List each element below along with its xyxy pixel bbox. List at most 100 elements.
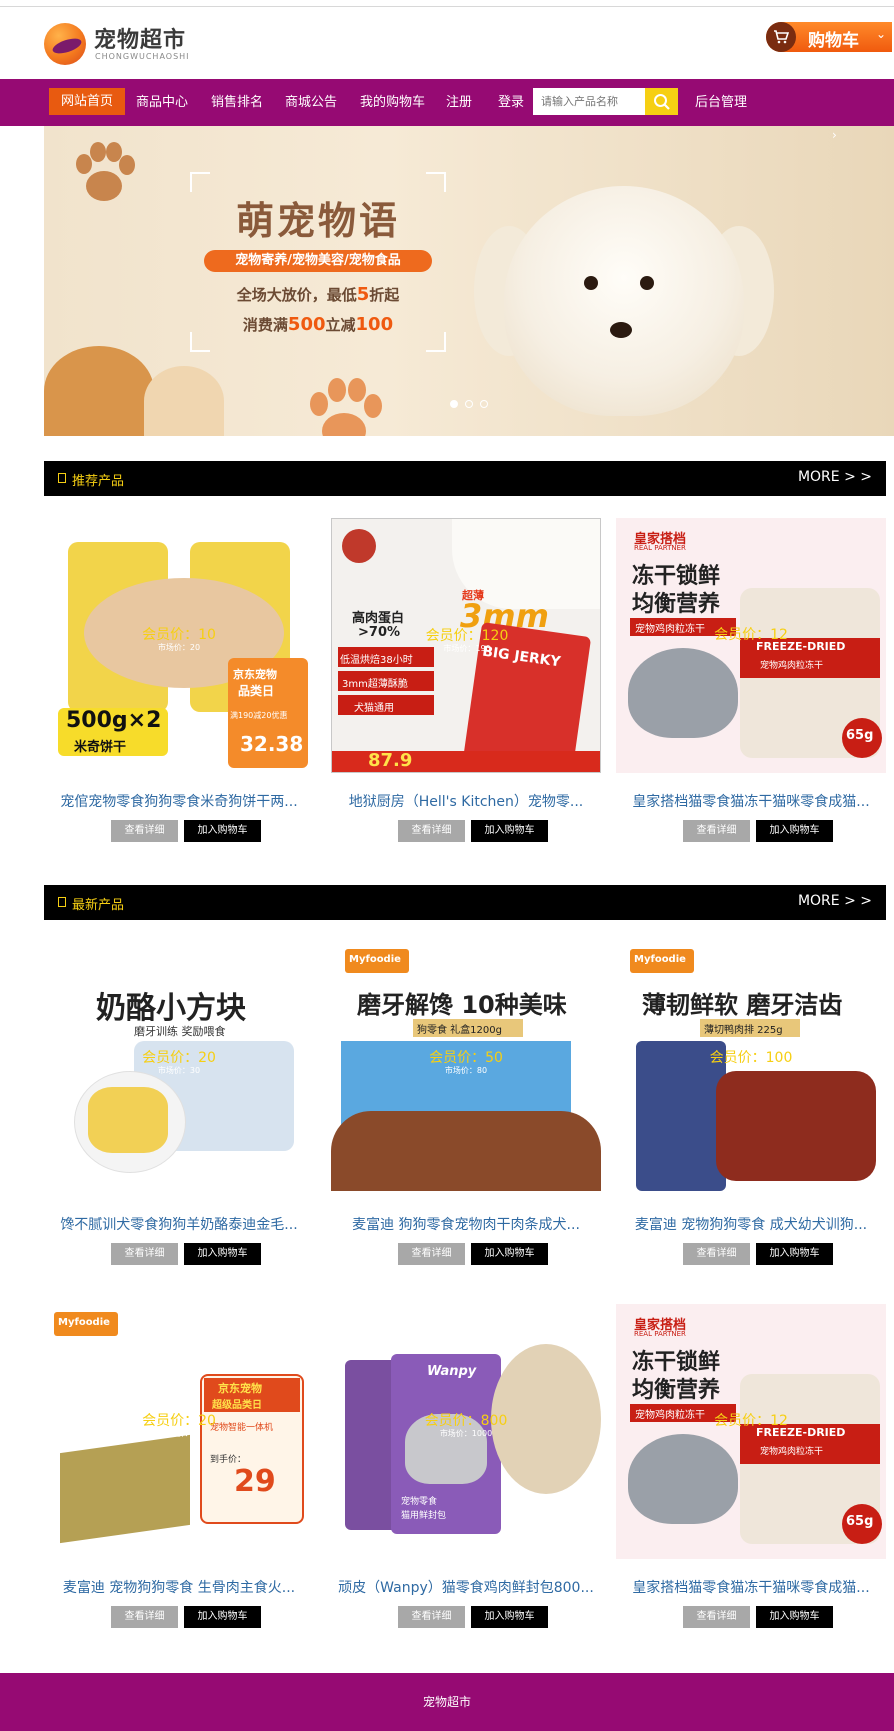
promo-text: 消费满 — [242, 316, 288, 334]
site-logo[interactable]: 宠物超市 CHONGWUCHAOSHI — [44, 22, 204, 66]
frame-corner — [426, 172, 446, 192]
member-price: 会员价：12 — [714, 627, 788, 643]
product-name[interactable]: 麦富迪 狗狗零食宠物肉干肉条成犬... — [331, 1214, 601, 1234]
product-name[interactable]: 麦富迪 宠物狗狗零食 成犬幼犬训狗... — [616, 1214, 886, 1234]
frame-corner — [190, 172, 210, 192]
product-name[interactable]: 地狱厨房（Hell's Kitchen）宠物零... — [331, 791, 601, 811]
nav-item-products[interactable]: 商品中心 — [136, 79, 188, 126]
section-title: 最新产品 — [72, 898, 125, 913]
search-button[interactable] — [645, 88, 678, 115]
hero-banner[interactable]: 萌宠物语 宠物寄养/宠物美容/宠物食品 全场大放价，最低5折起 消费满500立减… — [44, 126, 894, 436]
product-name[interactable]: 麦富迪 宠物狗狗零食 生骨肉主食火... — [44, 1577, 314, 1597]
promo-highlight: 5 — [356, 284, 370, 305]
product-image[interactable]: Wanpy 宠物零食 猫用鲜封包 会员价：800 市场价：1000 — [331, 1304, 601, 1559]
product-card: 皇家搭档 REAL PARTNER 冻干锁鲜 均衡营养 宠物鸡肉粒冻干 FREE… — [616, 1304, 886, 1634]
more-link[interactable]: MORE > > — [798, 893, 872, 909]
member-price: 会员价：20 — [142, 1050, 216, 1066]
add-to-cart-button[interactable]: 加入购物车 — [184, 820, 261, 842]
member-price: 会员价：20 — [142, 1413, 216, 1429]
product-card: Wanpy 宠物零食 猫用鲜封包 会员价：800 市场价：1000 顽皮（Wan… — [331, 1304, 601, 1634]
add-to-cart-button[interactable]: 加入购物车 — [471, 1606, 548, 1628]
view-detail-button[interactable]: 查看详细 — [683, 820, 750, 842]
product-image[interactable]: 皇家搭档 REAL PARTNER 冻干锁鲜 均衡营养 宠物鸡肉粒冻干 FREE… — [616, 518, 886, 773]
chevron-down-icon: ⌄ — [875, 27, 886, 41]
member-price: 会员价：100 — [709, 1050, 793, 1066]
view-detail-button[interactable]: 查看详细 — [398, 820, 465, 842]
nav-item-admin[interactable]: 后台管理 — [695, 79, 747, 126]
view-detail-button[interactable]: 查看详细 — [683, 1243, 750, 1265]
headline-2: 磨牙训练 奖励喂食 — [134, 1025, 226, 1038]
view-detail-button[interactable]: 查看详细 — [111, 1243, 178, 1265]
search-input[interactable] — [533, 88, 645, 115]
section-title: 推荐产品 — [72, 474, 125, 489]
box-art — [60, 1434, 190, 1544]
more-link[interactable]: MORE > > — [798, 469, 872, 485]
nav-item-notices[interactable]: 商城公告 — [285, 79, 337, 126]
nav-item-register[interactable]: 注册 — [446, 79, 472, 126]
add-to-cart-button[interactable]: 加入购物车 — [471, 820, 548, 842]
product-image[interactable]: Myfoodie 京东宠物 超级品类日 宠物智能一体机 到手价： 29 会员价：… — [44, 1304, 314, 1559]
nav-item-home[interactable]: 网站首页 — [49, 88, 126, 115]
add-to-cart-button[interactable]: 加入购物车 — [184, 1606, 261, 1628]
promo-block: 萌宠物语 宠物寄养/宠物美容/宠物食品 全场大放价，最低5折起 消费满500立减… — [190, 172, 446, 352]
frame-corner — [190, 332, 210, 352]
view-detail-button[interactable]: 查看详细 — [683, 1606, 750, 1628]
promo-tag-sub: 品类日 — [238, 684, 275, 698]
brand-name: Myfoodie — [634, 954, 686, 965]
add-to-cart-button[interactable]: 加入购物车 — [756, 1243, 833, 1265]
product-image[interactable]: Myfoodie 磨牙解馋 10种美味 狗零食 礼盒1200g 会员价：50 市… — [331, 941, 601, 1196]
logo-subtitle: CHONGWUCHAOSHI — [95, 52, 190, 61]
carousel-dot[interactable] — [480, 400, 488, 408]
section-icon — [58, 473, 66, 483]
product-name[interactable]: 皇家搭档猫零食猫冻干猫咪零食成猫... — [616, 791, 886, 811]
product-card: Myfoodie 京东宠物 超级品类日 宠物智能一体机 到手价： 29 会员价：… — [44, 1304, 314, 1634]
view-detail-button[interactable]: 查看详细 — [398, 1606, 465, 1628]
view-detail-button[interactable]: 查看详细 — [111, 820, 178, 842]
section-header-recommended: 推荐产品 MORE > > — [44, 461, 886, 496]
product-card: 超薄 3mm 高肉蛋白 >70% 低温烘焙38小时 3mm超薄酥脆 犬猫通用 B… — [331, 518, 601, 848]
add-to-cart-button[interactable]: 加入购物车 — [756, 1606, 833, 1628]
product-image[interactable]: 奶酪小方块 磨牙训练 奖励喂食 会员价：20 市场价：30 — [44, 941, 314, 1196]
carousel-dot[interactable] — [450, 400, 458, 408]
promo-highlight: 500 — [287, 314, 326, 335]
headline-1: 磨牙解馋 10种美味 — [357, 991, 567, 1019]
dog-nose — [610, 322, 632, 338]
carousel-next-icon[interactable]: › — [832, 128, 837, 142]
nav-item-ranking[interactable]: 销售排名 — [211, 79, 263, 126]
search-icon — [653, 93, 670, 110]
market-price: 市场价：3 — [160, 1429, 198, 1438]
view-detail-button[interactable]: 查看详细 — [398, 1243, 465, 1265]
add-to-cart-button[interactable]: 加入购物车 — [471, 1243, 548, 1265]
main-nav: 网站首页 商品中心 销售排名 商城公告 我的购物车 注册 登录 后台管理 — [0, 79, 894, 126]
member-price: 会员价：50 — [429, 1050, 503, 1066]
jerky-art — [716, 1071, 876, 1181]
logo-name: 宠物超市 — [94, 27, 187, 53]
product-image[interactable]: 皇家搭档 REAL PARTNER 冻干锁鲜 均衡营养 宠物鸡肉粒冻干 FREE… — [616, 1304, 886, 1559]
cart-button[interactable]: 购物车 ⌄ — [766, 22, 892, 52]
headline-2: 狗零食 礼盒1200g — [417, 1025, 502, 1036]
brand-name: Myfoodie — [58, 1317, 110, 1328]
cat-art — [628, 1434, 738, 1524]
headline-2: 均衡营养 — [632, 592, 721, 617]
product-name[interactable]: 馋不腻训犬零食狗狗羊奶酪泰迪金毛... — [44, 1214, 314, 1234]
view-detail-button[interactable]: 查看详细 — [111, 1606, 178, 1628]
kitten-illustration — [144, 366, 224, 436]
product-name[interactable]: 顽皮（Wanpy）猫零食鸡肉鲜封包800... — [331, 1577, 601, 1597]
promo-tag: 京东宠物 — [218, 1382, 262, 1395]
pack-size: 500g×2 — [66, 708, 162, 733]
carousel-dot[interactable] — [465, 400, 473, 408]
nav-item-my-cart[interactable]: 我的购物车 — [360, 79, 425, 126]
section-header-latest: 最新产品 MORE > > — [44, 885, 886, 920]
nav-item-login[interactable]: 登录 — [498, 79, 524, 126]
headline-2: 均衡营养 — [632, 1378, 721, 1403]
add-to-cart-button[interactable]: 加入购物车 — [184, 1243, 261, 1265]
product-name[interactable]: 皇家搭档猫零食猫冻干猫咪零食成猫... — [616, 1577, 886, 1597]
promo-discount-line: 全场大放价，最低5折起 — [198, 284, 438, 305]
dog-illustration — [504, 186, 744, 416]
add-to-cart-button[interactable]: 加入购物车 — [756, 820, 833, 842]
product-name[interactable]: 宠倌宠物零食狗狗零食米奇狗饼干两... — [44, 791, 314, 811]
product-image[interactable]: 超薄 3mm 高肉蛋白 >70% 低温烘焙38小时 3mm超薄酥脆 犬猫通用 B… — [331, 518, 601, 773]
product-image[interactable]: 500g×2 米奇饼干 京东宠物 品类日 满190减20优惠 32.38 会员价… — [44, 518, 314, 773]
product-image[interactable]: Myfoodie 薄韧鲜软 磨牙洁齿 薄切鸭肉排 225g 会员价：100 — [616, 941, 886, 1196]
brand-name: Wanpy — [427, 1364, 477, 1379]
